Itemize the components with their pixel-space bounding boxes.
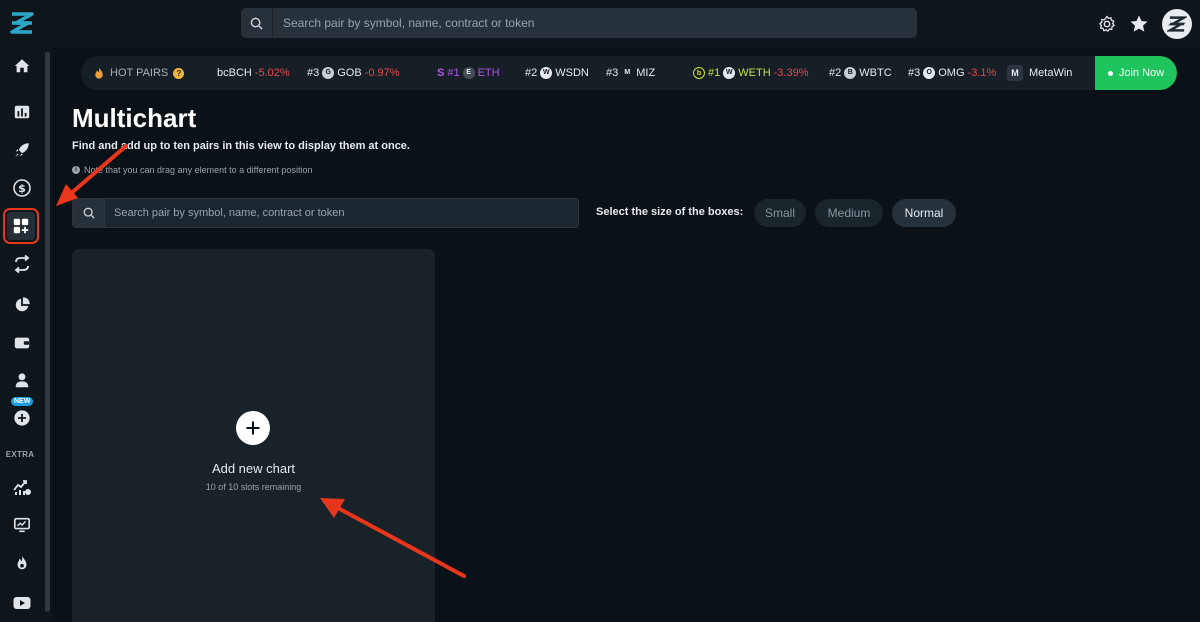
multichart-icon <box>13 218 29 234</box>
page-description: Find and add up to ten pairs in this vie… <box>72 140 410 152</box>
sidebar-scrollbar[interactable] <box>44 48 52 622</box>
info-icon: i <box>72 166 80 174</box>
sponsor-banner[interactable]: M MetaWin Join Now <box>993 56 1177 90</box>
add-chart-title: Add new chart <box>211 461 296 476</box>
chain-logo-icon: b <box>693 67 705 79</box>
sidebar-item-dashboard[interactable] <box>0 94 44 130</box>
ticker-item[interactable]: #3 M MIZ <box>606 56 655 90</box>
size-medium-button[interactable]: Medium <box>815 199 883 227</box>
hot-pairs-ticker: HOT PAIRS ? bcBCH -5.02% #3 G GOB -0.97% S… <box>81 56 1177 90</box>
logo-icon <box>1167 16 1187 32</box>
ticker-item[interactable]: b #1 W WETH -3.39% <box>693 56 809 90</box>
header-search-input[interactable]: Search pair by symbol, name, contract or… <box>241 8 917 38</box>
trending-icon <box>13 480 31 495</box>
dashboard-icon <box>14 105 30 119</box>
slots-remaining: 10 of 10 slots remaining <box>205 482 302 492</box>
sidebar-item-account[interactable] <box>0 362 44 398</box>
hot-pairs-label: HOT PAIRS ? <box>93 56 185 90</box>
sidebar-item-hot[interactable] <box>0 545 44 581</box>
sidebar-item-monitor[interactable] <box>0 507 44 543</box>
sidebar-item-portfolio[interactable] <box>0 287 44 323</box>
plus-icon <box>246 421 260 435</box>
coin-icon: B <box>844 67 857 79</box>
plus-circle-icon <box>14 410 30 426</box>
sidebar-item-pricing[interactable]: $ <box>0 170 44 206</box>
sidebar-item-multichart[interactable] <box>3 208 39 244</box>
fire-icon <box>95 66 103 79</box>
extra-section-label: EXTRA <box>5 450 35 459</box>
metawin-logo-icon: M <box>1007 65 1023 81</box>
sidebar-item-videos[interactable] <box>0 585 44 621</box>
home-icon <box>14 59 30 73</box>
gear-icon[interactable] <box>1098 15 1116 33</box>
ticker-item[interactable]: #3 G GOB -0.97% <box>307 56 400 90</box>
dollar-icon: $ <box>13 179 31 197</box>
sidebar-item-home[interactable] <box>0 48 44 84</box>
chain-logo-icon: S <box>437 67 445 79</box>
wallet-icon <box>14 337 30 349</box>
sidebar-item-trending[interactable] <box>0 469 44 505</box>
size-label: Select the size of the boxes: <box>596 206 744 218</box>
coin-icon: O <box>923 67 936 79</box>
fire-icon <box>17 555 27 570</box>
youtube-icon <box>13 597 31 609</box>
sidebar: $ NEW EXTRA <box>0 48 44 622</box>
help-icon[interactable]: ? <box>173 67 185 79</box>
ticker-item[interactable]: #3 O OMG -3.1% <box>908 56 996 90</box>
header-search-placeholder: Search pair by symbol, name, contract or… <box>283 16 535 30</box>
scrollbar-thumb[interactable] <box>45 52 50 612</box>
monitor-icon <box>13 517 31 533</box>
live-dot-icon <box>1107 70 1113 76</box>
pair-search-input[interactable]: Search pair by symbol, name, contract or… <box>72 198 579 228</box>
ticker-item[interactable]: bcBCH -5.02% <box>217 56 290 90</box>
logo-icon[interactable] <box>8 9 36 37</box>
size-small-button[interactable]: Small <box>754 199 806 227</box>
search-icon <box>241 8 273 38</box>
size-normal-button[interactable]: Normal <box>892 199 956 227</box>
swap-icon <box>14 254 30 274</box>
page-note: i Note that you can drag any element to … <box>72 165 312 175</box>
page-title: Multichart <box>72 103 197 133</box>
coin-icon: W <box>723 67 736 79</box>
add-chart-button[interactable] <box>236 411 270 445</box>
coin-icon: W <box>540 67 553 79</box>
svg-text:$: $ <box>18 182 26 195</box>
sponsor-name: MetaWin <box>1029 67 1073 79</box>
ticker-item[interactable]: #2 W WSDN <box>525 56 589 90</box>
avatar[interactable] <box>1162 9 1192 39</box>
sidebar-item-create[interactable] <box>0 400 44 436</box>
sidebar-item-new-pairs[interactable] <box>0 132 44 168</box>
star-icon[interactable] <box>1129 14 1149 34</box>
sidebar-item-swap[interactable] <box>0 246 44 282</box>
user-icon <box>15 373 29 388</box>
sidebar-item-wallet[interactable] <box>0 325 44 361</box>
rocket-icon <box>15 143 29 157</box>
coin-icon: M <box>621 67 634 79</box>
chart-slot[interactable]: Add new chart 10 of 10 slots remaining <box>72 249 435 622</box>
ticker-item[interactable]: S #1 E ETH <box>437 56 500 90</box>
pie-chart-icon <box>15 297 30 312</box>
ticker-item[interactable]: #2 B WBTC <box>829 56 892 90</box>
coin-icon: E <box>462 67 475 79</box>
coin-icon: G <box>322 67 335 79</box>
join-now-button[interactable]: Join Now <box>1095 56 1177 90</box>
top-bar: Search pair by symbol, name, contract or… <box>0 0 1200 48</box>
annotation-arrow <box>56 144 128 206</box>
search-icon <box>73 199 105 227</box>
pair-search-placeholder: Search pair by symbol, name, contract or… <box>114 207 345 219</box>
